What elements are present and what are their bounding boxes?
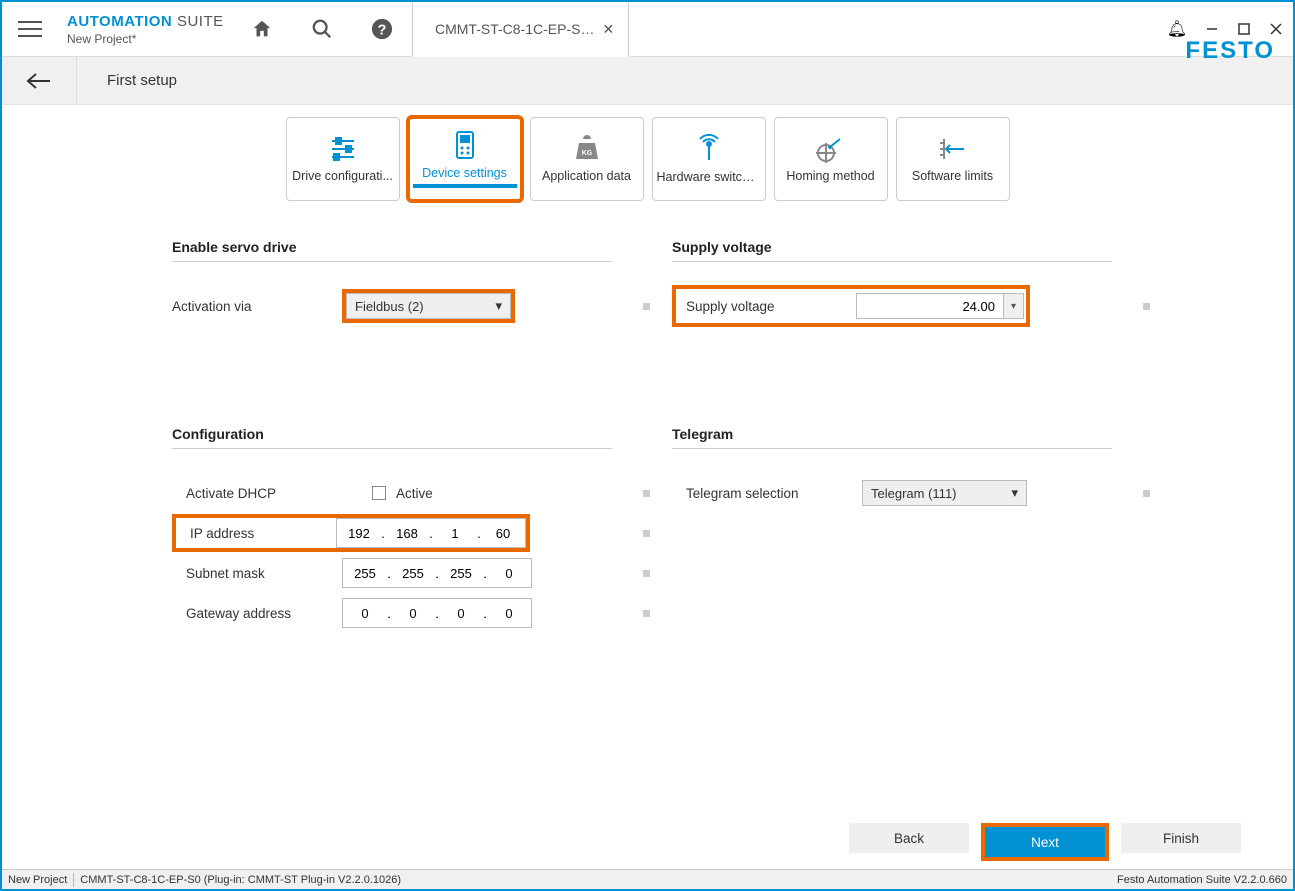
status-project: New Project <box>8 874 67 886</box>
svg-text:KG: KG <box>581 150 592 157</box>
section-title-supply: Supply voltage <box>672 239 1112 255</box>
search-button[interactable] <box>292 2 352 56</box>
dhcp-active-label: Active <box>396 486 433 501</box>
label-telegram: Telegram selection <box>672 486 862 501</box>
minimize-button[interactable] <box>1205 22 1219 36</box>
step-drive-config[interactable]: Drive configurati... <box>286 117 400 201</box>
supply-row-highlight: Supply voltage ▾ <box>672 285 1030 327</box>
status-bar: New Project CMMT-ST-C8-1C-EP-S0 (Plug-in… <box>2 869 1293 889</box>
activation-select[interactable]: Fieldbus (2) ▾ <box>346 293 511 319</box>
ip-row-highlight: IP address 192. 168. 1. 60 <box>172 514 530 552</box>
section-title-telegram: Telegram <box>672 426 1112 442</box>
search-icon <box>311 18 333 40</box>
status-version: Festo Automation Suite V2.2.0.660 <box>1117 874 1287 886</box>
change-indicator <box>643 303 650 310</box>
step-device-settings[interactable]: Device settings <box>408 117 522 201</box>
project-name: New Project* <box>67 32 232 46</box>
section-title-enable-servo: Enable servo drive <box>172 239 612 255</box>
device-icon <box>455 130 475 160</box>
chevron-down-icon: ▾ <box>495 298 502 314</box>
dhcp-checkbox[interactable] <box>372 486 386 500</box>
supply-voltage-input[interactable] <box>856 293 1004 319</box>
status-device: CMMT-ST-C8-1C-EP-S0 (Plug-in: CMMT-ST Pl… <box>80 874 401 886</box>
breadcrumb-bar: First setup <box>2 57 1293 105</box>
step-software-limits[interactable]: Software limits <box>896 117 1010 201</box>
app-title: AUTOMATION SUITE New Project* <box>57 13 232 46</box>
notifications-icon[interactable]: 🔔︎ <box>1167 19 1187 39</box>
sliders-icon <box>328 135 358 163</box>
telegram-select[interactable]: Telegram (111) ▾ <box>862 480 1027 506</box>
help-icon: ? <box>371 18 393 40</box>
label-dhcp: Activate DHCP <box>172 486 342 501</box>
change-indicator <box>1143 490 1150 497</box>
chevron-down-icon: ▾ <box>1011 301 1016 312</box>
ip-address-input[interactable]: 192. 168. 1. 60 <box>336 518 526 548</box>
home-icon <box>251 18 273 40</box>
section-title-configuration: Configuration <box>172 426 612 442</box>
change-indicator <box>643 490 650 497</box>
help-button[interactable]: ? <box>352 2 412 56</box>
label-supply-voltage: Supply voltage <box>678 299 856 314</box>
change-indicator <box>1143 303 1150 310</box>
change-indicator <box>643 610 650 617</box>
wizard-buttons: Back Next Finish <box>849 823 1241 861</box>
chevron-down-icon: ▾ <box>1011 485 1018 501</box>
close-button[interactable] <box>1269 22 1283 36</box>
next-button-highlight: Next <box>981 823 1109 861</box>
brand-logo: FESTO <box>1185 37 1275 65</box>
change-indicator <box>643 530 650 537</box>
label-activation-via: Activation via <box>172 299 342 314</box>
finish-button[interactable]: Finish <box>1121 823 1241 853</box>
step-application-data[interactable]: KG Application data <box>530 117 644 201</box>
step-cards: Drive configurati... Device settings KG … <box>2 105 1293 209</box>
maximize-button[interactable] <box>1237 22 1251 36</box>
step-hardware-switches[interactable]: Hardware switches <box>652 117 766 201</box>
tab-close-icon[interactable]: ✕ <box>602 21 614 38</box>
tab-label: CMMT-ST-C8-1C-EP-S… <box>435 21 594 37</box>
home-button[interactable] <box>232 2 292 56</box>
change-indicator <box>643 570 650 577</box>
back-arrow-button[interactable] <box>2 57 77 104</box>
label-subnet: Subnet mask <box>172 566 342 581</box>
breadcrumb-label: First setup <box>77 72 177 89</box>
arrow-left-icon <box>26 72 52 90</box>
svg-text:?: ? <box>378 23 387 39</box>
step-homing[interactable]: Homing method <box>774 117 888 201</box>
topbar: AUTOMATION SUITE New Project* ? CMMT-ST-… <box>2 2 1293 57</box>
menu-button[interactable] <box>2 2 57 57</box>
antenna-icon <box>695 134 723 164</box>
gateway-input[interactable]: 0. 0. 0. 0 <box>342 598 532 628</box>
limits-icon <box>938 135 968 163</box>
label-gateway: Gateway address <box>172 606 342 621</box>
supply-voltage-spinner[interactable]: ▾ <box>1004 293 1024 319</box>
activation-select-highlight: Fieldbus (2) ▾ <box>342 289 515 323</box>
target-icon <box>816 135 846 163</box>
back-button[interactable]: Back <box>849 823 969 853</box>
subnet-input[interactable]: 255. 255. 255. 0 <box>342 558 532 588</box>
next-button[interactable]: Next <box>985 827 1105 857</box>
tab-device[interactable]: CMMT-ST-C8-1C-EP-S… ✕ <box>412 2 629 57</box>
hamburger-icon <box>18 21 42 37</box>
label-ip: IP address <box>176 526 336 541</box>
weight-icon: KG <box>573 135 601 163</box>
